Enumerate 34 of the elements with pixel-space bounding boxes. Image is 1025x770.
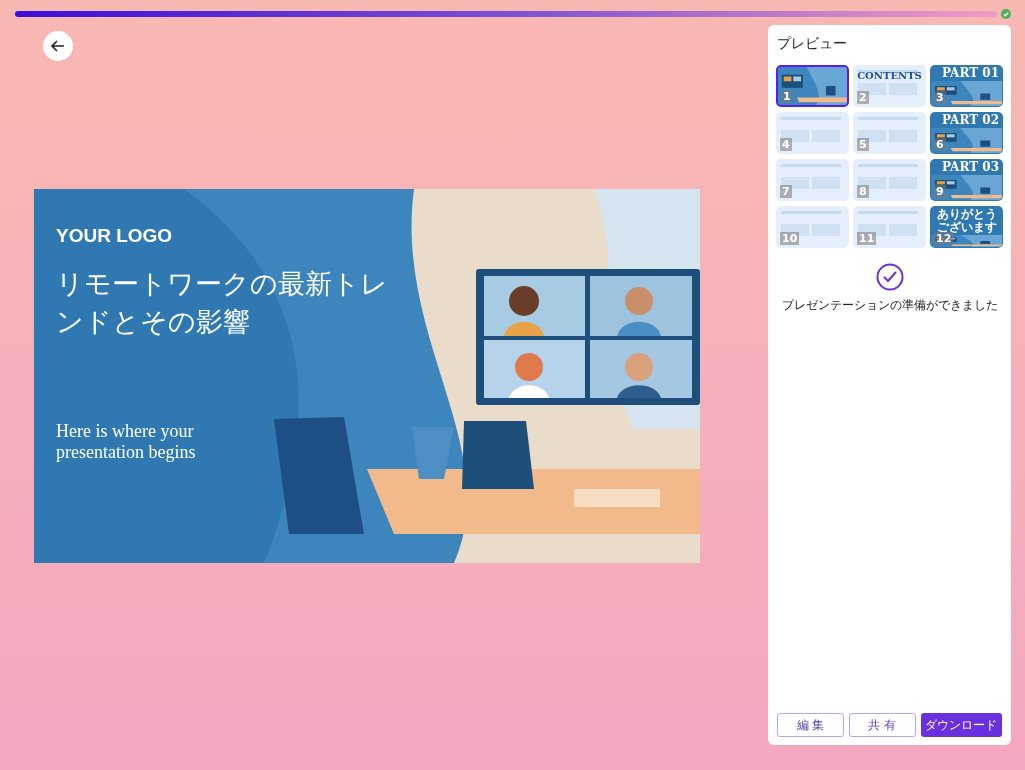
slide-number: 2 <box>857 91 869 104</box>
slide-thumbnail[interactable]: PART 02 6 <box>930 112 1003 154</box>
slide-thumbnail[interactable]: 1 <box>776 65 849 107</box>
thumbnail-heading: PART 03 <box>941 161 999 174</box>
slide-number: 4 <box>780 138 792 151</box>
slide-thumbnail[interactable]: PART 01 3 <box>930 65 1003 107</box>
slide-number: 11 <box>857 232 877 245</box>
action-button[interactable]: 編 集 <box>777 713 844 737</box>
thumbnail-heading: PART 01 <box>941 67 999 80</box>
action-button[interactable]: 共 有 <box>848 713 916 737</box>
thumbnail-heading: ありがとうございます <box>937 208 998 234</box>
status-message: プレゼンテーションの準備ができました <box>781 297 998 314</box>
slide-number: 9 <box>934 185 946 198</box>
thumbnail-heading: CONTENTS <box>856 69 923 82</box>
slide-number: 5 <box>857 138 869 151</box>
slide-subtitle: Here is where your presentation begins <box>56 421 197 463</box>
slide-number: 7 <box>780 185 792 198</box>
back-arrow-icon <box>50 38 66 54</box>
slide-number: 12 <box>934 232 954 245</box>
slide-number: 1 <box>781 90 793 103</box>
slide-number: 8 <box>857 185 869 198</box>
slide-number: 6 <box>934 138 946 151</box>
thumbnail-heading: PART 02 <box>941 114 999 127</box>
logo-text: YOUR LOGO <box>56 225 173 247</box>
slide-thumbnail[interactable]: PART 03 9 <box>930 159 1003 201</box>
slide-title: リモートワークの最新トレンドとその影響 <box>56 267 389 339</box>
slide-number: 3 <box>934 91 946 104</box>
slide-thumbnail[interactable]: ありがとうございます 12 <box>930 206 1003 248</box>
check-circle-icon <box>875 263 904 291</box>
panel-title: プレビュー <box>777 35 847 53</box>
slide-thumbnail[interactable]: CONTENTS 2 <box>853 65 926 107</box>
slide-number: 10 <box>780 232 800 245</box>
back-button[interactable] <box>43 31 73 61</box>
download-button[interactable]: ダウンロード <box>920 713 1002 737</box>
